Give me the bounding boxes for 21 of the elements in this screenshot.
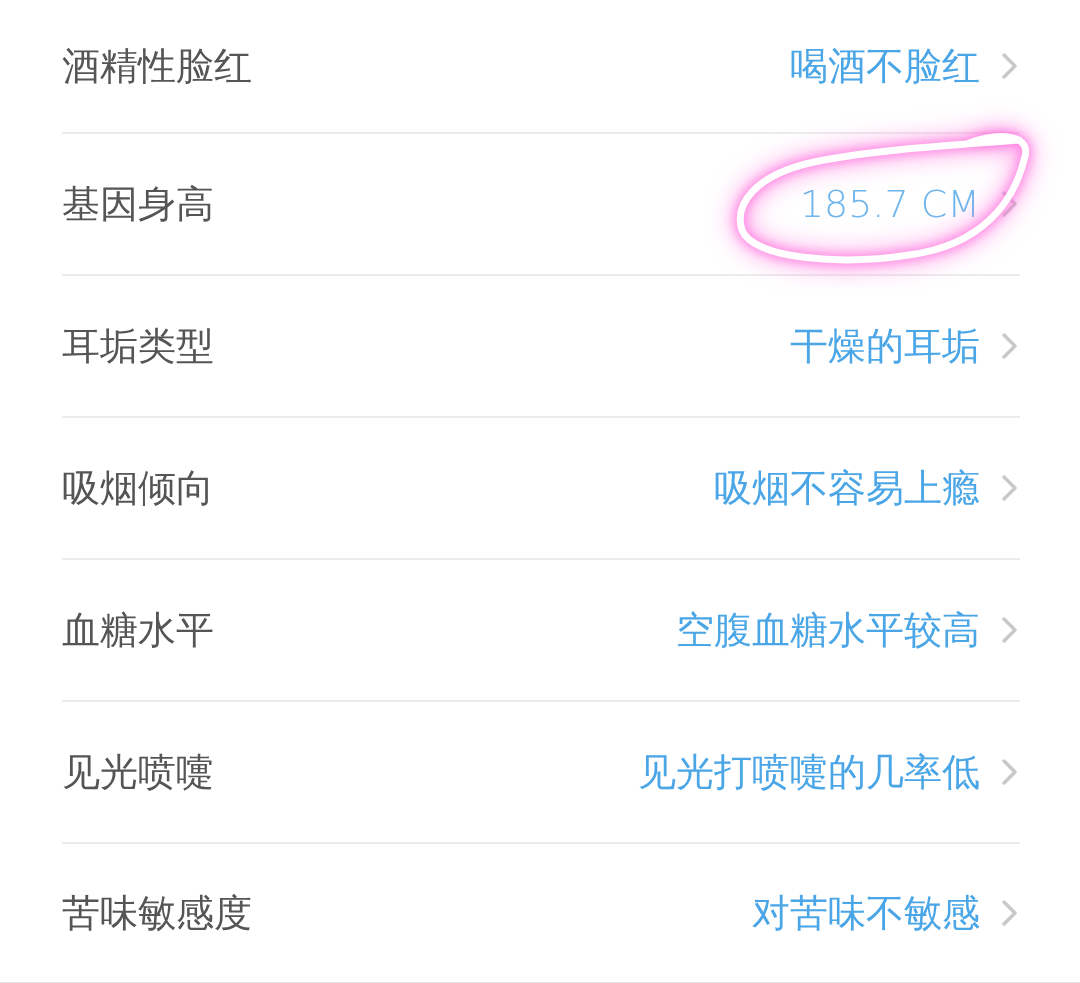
chevron-right-icon	[1000, 473, 1020, 503]
trait-value: 见光打喷嚏的几率低	[638, 748, 980, 796]
chevron-right-icon	[1000, 51, 1020, 81]
trait-label: 血糖水平	[62, 606, 215, 654]
chevron-right-icon	[1000, 331, 1020, 361]
trait-label: 见光喷嚏	[62, 748, 215, 796]
chevron-right-icon	[1000, 757, 1020, 787]
chevron-right-icon	[1000, 615, 1020, 645]
trait-label: 耳垢类型	[62, 322, 215, 370]
trait-value: 对苦味不敏感	[752, 889, 980, 937]
chevron-right-icon	[1000, 189, 1020, 219]
trait-label: 基因身高	[62, 180, 215, 228]
trait-label: 吸烟倾向	[62, 464, 215, 512]
trait-value: 干燥的耳垢	[790, 322, 980, 370]
trait-label: 苦味敏感度	[62, 889, 253, 937]
trait-value: 空腹血糖水平较高	[676, 606, 980, 654]
trait-label: 酒精性脸红	[62, 42, 253, 90]
trait-value: 喝酒不脸红	[790, 42, 980, 90]
trait-value: 吸烟不容易上瘾	[714, 464, 980, 512]
trait-value: 185.7 CM	[799, 182, 980, 226]
chevron-right-icon	[1000, 898, 1020, 928]
